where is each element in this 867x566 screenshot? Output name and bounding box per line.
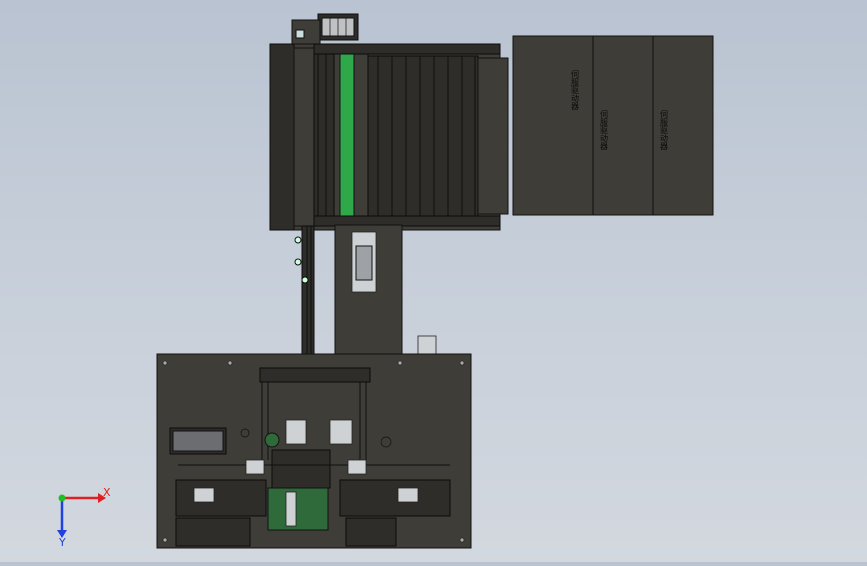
machine-drawing[interactable]: 伺服驱动器 伺服驱动器 伺服驱动器	[0, 0, 867, 562]
y-axis-label: Y	[58, 536, 66, 549]
cabinet-label-2: 伺服驱动器	[600, 109, 609, 151]
cabinet-label-1: 伺服驱动器	[571, 69, 580, 111]
base-platform[interactable]	[156, 353, 472, 549]
z-axis-dot	[58, 494, 66, 502]
axis-triad: X Y	[57, 486, 111, 549]
cad-viewport[interactable]: 伺服驱动器 伺服驱动器 伺服驱动器 X Y	[0, 0, 867, 562]
x-axis-label: X	[103, 486, 111, 499]
conveyor-frame[interactable]	[269, 43, 509, 231]
electrical-cabinet[interactable]: 伺服驱动器 伺服驱动器 伺服驱动器	[512, 35, 714, 216]
top-motor	[291, 13, 359, 47]
cabinet-label-3: 伺服驱动器	[660, 109, 669, 151]
